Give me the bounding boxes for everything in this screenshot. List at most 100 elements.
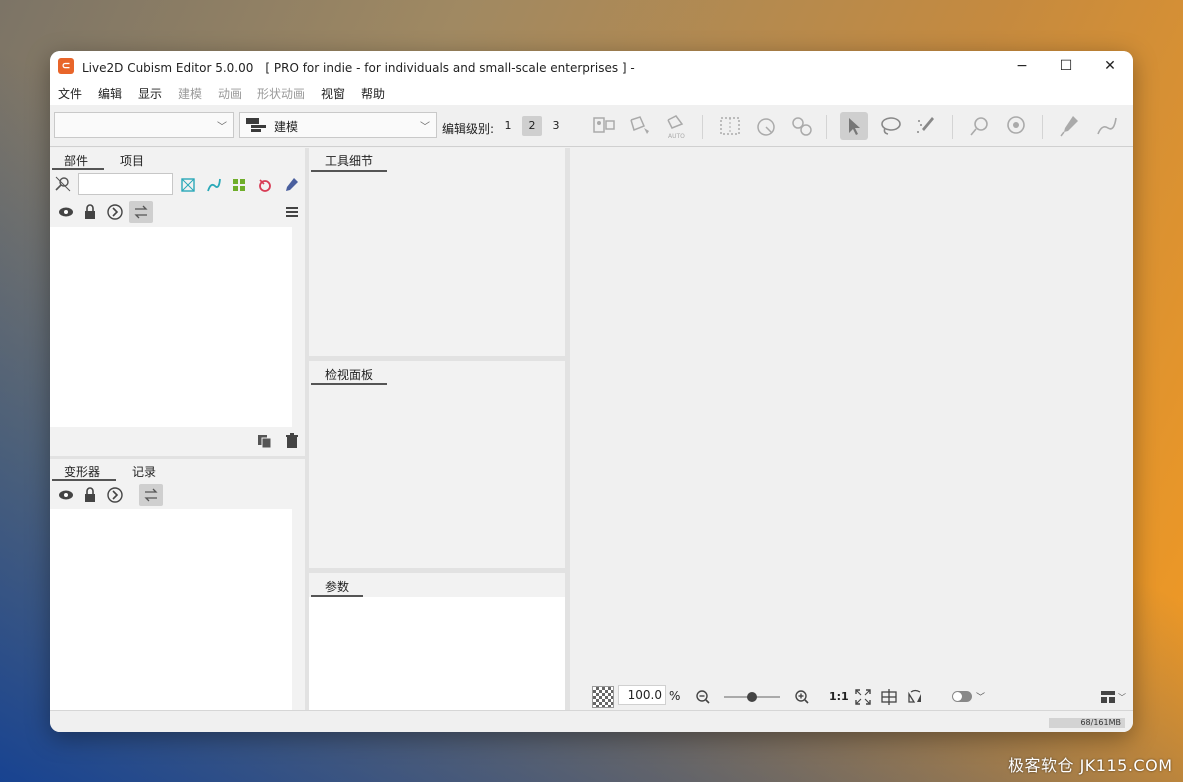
chevron-down-icon: ﹀ [420,122,430,133]
curve-icon[interactable] [1092,112,1120,140]
actual-size-button[interactable]: 1:1 [829,690,849,703]
pen-filter-icon[interactable] [282,176,300,194]
toggle-switch-icon[interactable] [952,691,972,702]
zoom-in-icon[interactable] [793,688,811,706]
menu-help[interactable]: 帮助 [361,85,385,102]
menu-animation[interactable]: 动画 [218,85,242,102]
swap-icon[interactable] [129,201,153,223]
menu-view[interactable]: 显示 [138,85,162,102]
zoom-slider[interactable] [724,688,780,706]
app-logo-icon: ⊂ [58,58,74,74]
edit-level-label: 编辑级别: [442,122,495,136]
parts-search-input[interactable] [78,173,173,195]
mode-select-label: 建模 [274,120,299,134]
tab-active-indicator [52,479,116,481]
parts-list[interactable] [50,227,292,427]
fit-to-window-icon[interactable] [854,688,872,706]
grid-guide-icon[interactable] [880,688,898,706]
menu-modeling[interactable]: 建模 [178,85,202,102]
window-title: Live2D Cubism Editor 5.0.00 [ PRO for in… [82,61,635,75]
tab-active-indicator [311,170,387,172]
tab-active-indicator [311,383,387,385]
art-mesh-filter-icon[interactable] [179,176,197,194]
status-bar: 68/161MB [50,710,1133,732]
eye-icon[interactable] [57,203,75,221]
curve-filter-icon[interactable] [205,176,223,194]
duplicate-icon[interactable] [256,432,274,450]
menu-bar: 文件 编辑 显示 建模 动画 形状动画 视窗 帮助 [50,81,1133,105]
swap-icon[interactable] [139,484,163,506]
chevron-down-icon[interactable]: ﹀ [1118,692,1126,703]
tab-deformer[interactable]: 变形器 [64,463,100,480]
expand-icon[interactable] [106,486,124,504]
deformer-panel: 变形器 记录 [50,459,305,710]
close-button[interactable]: ✕ [1088,51,1132,81]
zoom-out-icon[interactable] [694,688,712,706]
deformer-list[interactable] [50,509,292,710]
expand-icon[interactable] [106,203,124,221]
lock-icon[interactable] [81,486,99,504]
background-checker-icon[interactable] [592,686,614,708]
texture-atlas-icon[interactable] [590,112,618,140]
mesh-edit-icon[interactable] [626,112,654,140]
tool-detail-title: 工具细节 [325,154,374,168]
watermark: 极客软仓 JK115.COM [1008,756,1173,775]
rotation-deformer-icon[interactable] [752,112,780,140]
glue-icon[interactable] [788,112,816,140]
edit-level-3[interactable]: 3 [546,116,566,136]
edit-level-2[interactable]: 2 [522,116,542,136]
parameter-list[interactable] [309,597,565,710]
pin-icon[interactable] [966,112,994,140]
toolbar-separator [1042,115,1043,139]
rotation-filter-icon[interactable] [256,176,274,194]
maximize-button[interactable]: ☐ [1044,51,1088,81]
title-bar: ⊂ Live2D Cubism Editor 5.0.00 [ PRO for … [50,51,1133,81]
mode-select[interactable]: 建模 ﹀ [239,112,437,138]
lock-icon[interactable] [81,203,99,221]
toolbar-separator [826,115,827,139]
tab-active-indicator [52,168,104,170]
tab-history[interactable]: 记录 [132,463,156,480]
document-select[interactable]: ﹀ [54,112,234,138]
edit-level-1[interactable]: 1 [498,116,518,136]
chevron-down-icon: ﹀ [217,122,227,133]
minimize-button[interactable]: − [1000,51,1044,81]
zoom-input[interactable]: 100.0 [618,685,666,705]
zoom-slider-thumb[interactable] [747,692,757,702]
menu-edit[interactable]: 编辑 [98,85,122,102]
pen-icon[interactable] [1056,112,1084,140]
pin-move-icon[interactable] [1002,112,1030,140]
svg-text:AUTO: AUTO [668,133,685,140]
menu-file[interactable]: 文件 [58,85,82,102]
trash-icon[interactable] [283,432,301,450]
warp-filter-icon[interactable] [230,176,248,194]
auto-mesh-icon[interactable]: AUTO [662,112,690,140]
search-filter-icon[interactable] [54,175,72,193]
parts-panel: 部件 项目 [50,148,305,456]
arrow-select-icon[interactable] [840,112,868,140]
menu-form-animation[interactable]: 形状动画 [257,85,305,102]
flip-view-icon[interactable] [906,688,924,706]
toolbar-separator [702,115,703,139]
toggle-knob [953,692,962,701]
zoom-unit: % [669,689,681,703]
toolbar-separator [952,115,953,139]
tab-parts[interactable]: 部件 [64,152,88,169]
parameter-panel: 参数 [309,573,565,710]
tab-project[interactable]: 项目 [120,152,144,169]
app-window: ⊂ Live2D Cubism Editor 5.0.00 [ PRO for … [50,51,1133,732]
layout-icon[interactable] [1099,688,1117,706]
warp-deformer-icon[interactable] [716,112,744,140]
panel-menu-icon[interactable] [283,203,301,221]
brush-select-icon[interactable] [912,112,940,140]
canvas-area[interactable] [570,148,1133,710]
inspector-panel: 检视面板 [309,361,565,568]
tool-detail-panel: 工具细节 [309,148,565,356]
modeling-mode-icon [246,118,266,132]
chevron-down-icon[interactable]: ﹀ [976,690,985,703]
lasso-select-icon[interactable] [876,112,904,140]
menu-window[interactable]: 视窗 [321,85,345,102]
eye-icon[interactable] [57,486,75,504]
main-toolbar: ﹀ 建模 ﹀ 编辑级别: 1 2 3 AUTO [50,105,1133,147]
inspector-title: 检视面板 [325,368,374,382]
